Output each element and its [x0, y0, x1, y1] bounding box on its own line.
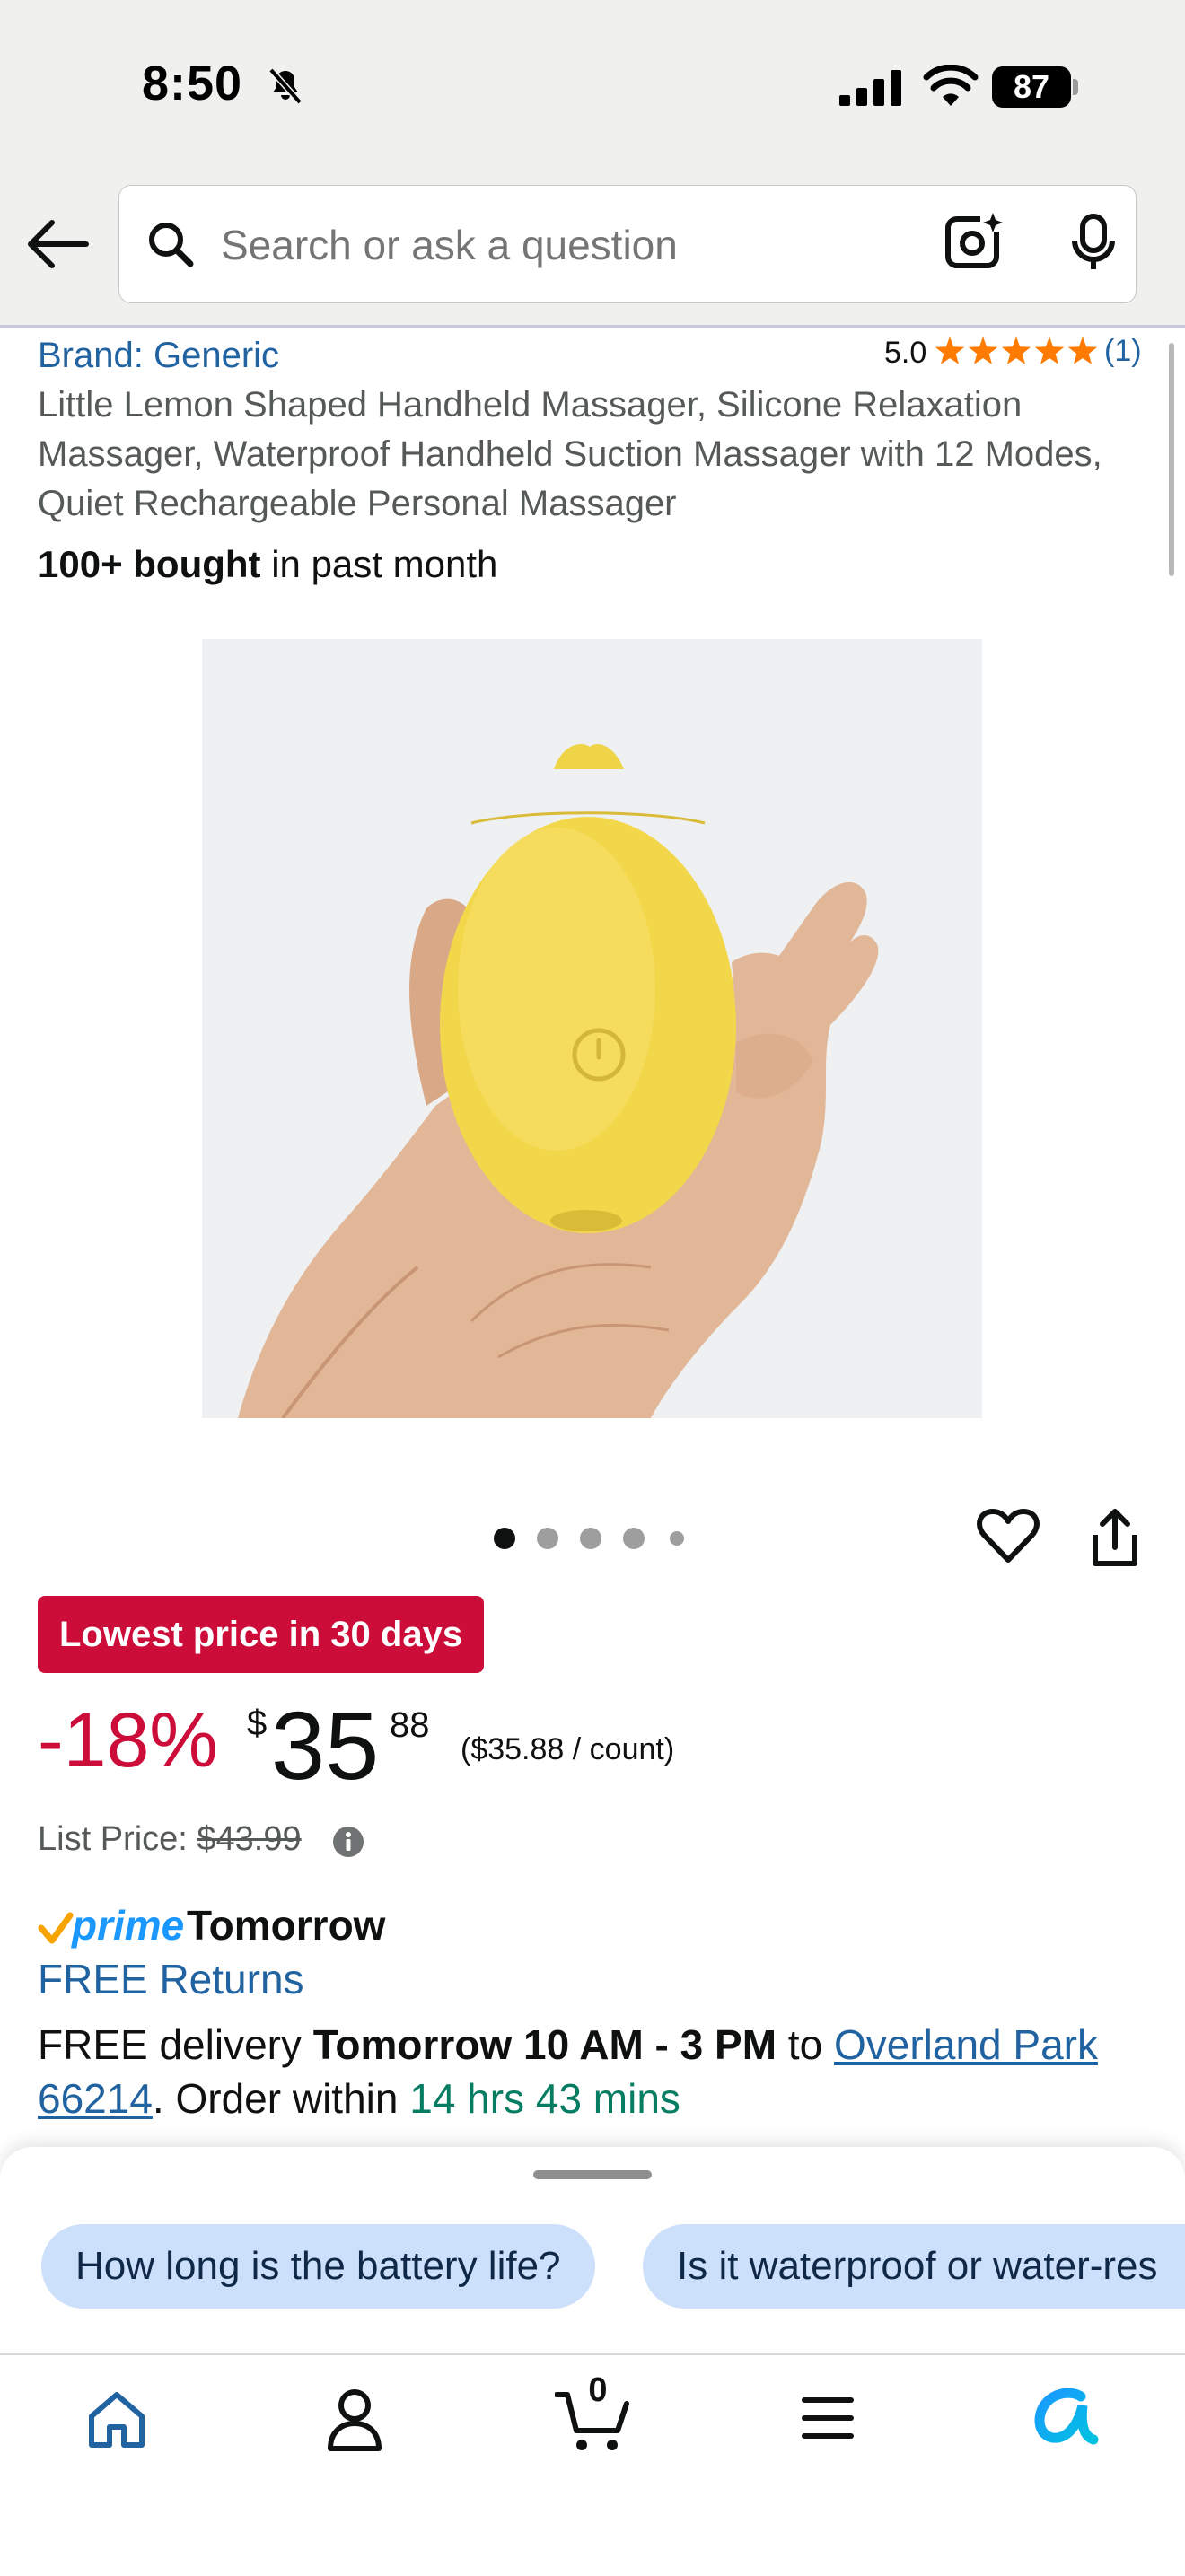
price-fraction: 88 — [390, 1705, 430, 1745]
list-price-label: List Price: — [38, 1820, 198, 1858]
microphone-icon[interactable] — [1070, 214, 1117, 276]
search-icon — [145, 219, 196, 274]
rating-count-link[interactable]: (1) — [1104, 334, 1142, 369]
battery-tip — [1073, 79, 1078, 95]
carousel-dot[interactable] — [623, 1528, 645, 1549]
prime-check-icon — [38, 1910, 74, 1950]
account-icon[interactable] — [325, 2388, 384, 2457]
scrollbar[interactable] — [1169, 343, 1174, 576]
carousel-dot[interactable] — [670, 1531, 684, 1546]
search-input[interactable] — [221, 221, 894, 269]
deal-badge: Lowest price in 30 days — [38, 1596, 485, 1673]
status-time: 8:50 — [142, 57, 243, 110]
cart-count-badge: 0 — [588, 2371, 608, 2409]
silent-bell-icon — [266, 66, 305, 110]
heart-icon[interactable] — [977, 1508, 1040, 1570]
star-icon — [1067, 337, 1098, 364]
prime-logo: prime — [72, 1902, 185, 1949]
bought-count-bold: 100+ bought — [38, 543, 261, 585]
prime-delivery-day: Tomorrow — [187, 1902, 386, 1949]
carousel-dot[interactable] — [537, 1528, 558, 1549]
suggestion-chip[interactable]: How long is the battery life? — [41, 2224, 595, 2309]
delivery-text-a: FREE delivery — [38, 2021, 313, 2068]
product-image[interactable] — [202, 639, 982, 1418]
carousel-dot[interactable] — [580, 1528, 601, 1549]
suggestion-chip[interactable]: Is it waterproof or water-res — [643, 2224, 1185, 2309]
product-title: Little Lemon Shaped Handheld Massager, S… — [38, 385, 1102, 523]
info-icon[interactable] — [332, 1826, 364, 1862]
star-icon — [968, 337, 998, 364]
star-icon — [1001, 337, 1031, 364]
share-icon[interactable] — [1088, 1506, 1142, 1573]
image-carousel-dots[interactable] — [492, 1526, 689, 1555]
delivery-window: Tomorrow 10 AM - 3 PM — [312, 2021, 777, 2068]
delivery-text-d: . Order within — [152, 2075, 410, 2122]
back-arrow-icon[interactable] — [25, 217, 90, 276]
home-icon[interactable] — [86, 2389, 147, 2455]
delivery-message: FREE delivery Tomorrow 10 AM - 3 PM to O… — [38, 2018, 1160, 2125]
price-currency: $ — [247, 1704, 268, 1743]
unit-price: ($35.88 / count) — [461, 1732, 675, 1766]
list-price: List Price: $43.99 — [38, 1820, 302, 1859]
menu-icon[interactable] — [801, 2393, 855, 2448]
star-icon — [935, 337, 965, 364]
free-returns-link[interactable]: FREE Returns — [38, 1955, 304, 2003]
carousel-dot[interactable] — [494, 1528, 515, 1549]
star-icon — [1034, 337, 1065, 364]
camera-lens-icon[interactable] — [944, 210, 1005, 276]
bought-count: 100+ bought in past month — [38, 543, 497, 586]
header-divider — [0, 325, 1185, 328]
rufus-assistant-icon[interactable] — [1031, 2388, 1099, 2453]
price-whole: 35 — [271, 1691, 380, 1800]
wifi-icon — [923, 64, 979, 112]
bought-count-rest: in past month — [260, 543, 498, 585]
sheet-drag-handle[interactable] — [533, 2170, 652, 2179]
order-countdown: 14 hrs 43 mins — [409, 2075, 680, 2122]
battery-indicator: 87 — [992, 66, 1071, 108]
delivery-text-c: to — [777, 2021, 834, 2068]
discount-percent: -18% — [38, 1697, 218, 1783]
cell-signal-icon — [839, 70, 902, 110]
list-price-value: $43.99 — [197, 1820, 302, 1858]
brand-link[interactable]: Brand: Generic — [38, 336, 279, 376]
star-rating[interactable] — [934, 334, 1102, 374]
rating-value: 5.0 — [884, 336, 927, 370]
